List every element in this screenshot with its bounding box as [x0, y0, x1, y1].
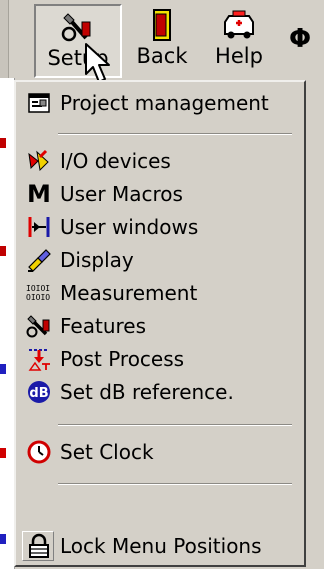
- menu-item-label: Set dB reference.: [60, 380, 234, 404]
- lock-icon: [29, 533, 49, 558]
- menu-item-label: Set Clock: [60, 440, 154, 464]
- menu-item-measurement[interactable]: IOIOI OIOIO Measurement: [20, 278, 302, 308]
- menu-item-label: Lock Menu Positions: [60, 534, 262, 558]
- back-button-label: Back: [136, 44, 188, 68]
- project-management-icon: [28, 93, 50, 113]
- display-icon: [28, 249, 51, 272]
- menu-item-display[interactable]: Display: [20, 245, 302, 275]
- post-process-icon: [28, 349, 50, 371]
- menu-item-set-clock[interactable]: Set Clock: [20, 437, 302, 467]
- left-background-strip: [0, 78, 15, 569]
- setup-icon: [61, 13, 91, 42]
- back-icon: [153, 9, 171, 41]
- menu-item-user-macros[interactable]: M User Macros: [20, 179, 302, 209]
- toolbar: Setup Back Help Φ: [0, 0, 324, 83]
- menu-separator: [58, 483, 292, 485]
- menu-item-project-management[interactable]: Project management: [20, 88, 302, 118]
- svg-text:dB: dB: [29, 386, 48, 401]
- user-windows-icon: [28, 217, 50, 237]
- menu-item-io-devices[interactable]: I/O devices: [20, 146, 302, 176]
- right-background: [306, 78, 324, 569]
- io-devices-icon: [28, 149, 49, 172]
- menu-item-label: I/O devices: [60, 149, 171, 173]
- menu-item-label: Measurement: [60, 281, 198, 305]
- help-button[interactable]: Help: [203, 4, 275, 74]
- menu-item-label: User Macros: [60, 182, 183, 206]
- menu-item-user-windows[interactable]: User windows: [20, 212, 302, 242]
- features-icon: [26, 315, 50, 338]
- menu-separator: [58, 424, 292, 426]
- menu-item-label: User windows: [60, 215, 199, 239]
- menu-separator: [58, 133, 292, 135]
- menu-item-label: Post Process: [60, 347, 185, 371]
- menu-item-label: Display: [60, 248, 134, 272]
- menu-item-label: Features: [60, 314, 146, 338]
- clock-icon: [27, 440, 51, 464]
- back-button[interactable]: Back: [126, 4, 198, 74]
- user-macros-icon: M: [27, 180, 51, 208]
- menu-item-set-db-reference[interactable]: dB Set dB reference.: [20, 377, 302, 407]
- setup-dropdown-menu: Project management I/O devices M User Ma…: [14, 80, 306, 567]
- measurement-icon: IOIOI OIOIO: [26, 284, 51, 302]
- menu-item-label: Project management: [60, 91, 269, 115]
- menu-item-lock-menu-positions[interactable]: Lock Menu Positions: [20, 531, 302, 561]
- phi-glyph: Φ: [288, 24, 312, 54]
- menu-item-post-process[interactable]: Post Process: [20, 344, 302, 374]
- phi-button[interactable]: Φ: [276, 4, 324, 74]
- help-button-label: Help: [215, 44, 263, 68]
- set-db-reference-icon: dB: [28, 381, 50, 403]
- menu-item-features[interactable]: Features: [20, 311, 302, 341]
- toolbar-grip[interactable]: [0, 0, 9, 78]
- help-icon: [224, 10, 254, 39]
